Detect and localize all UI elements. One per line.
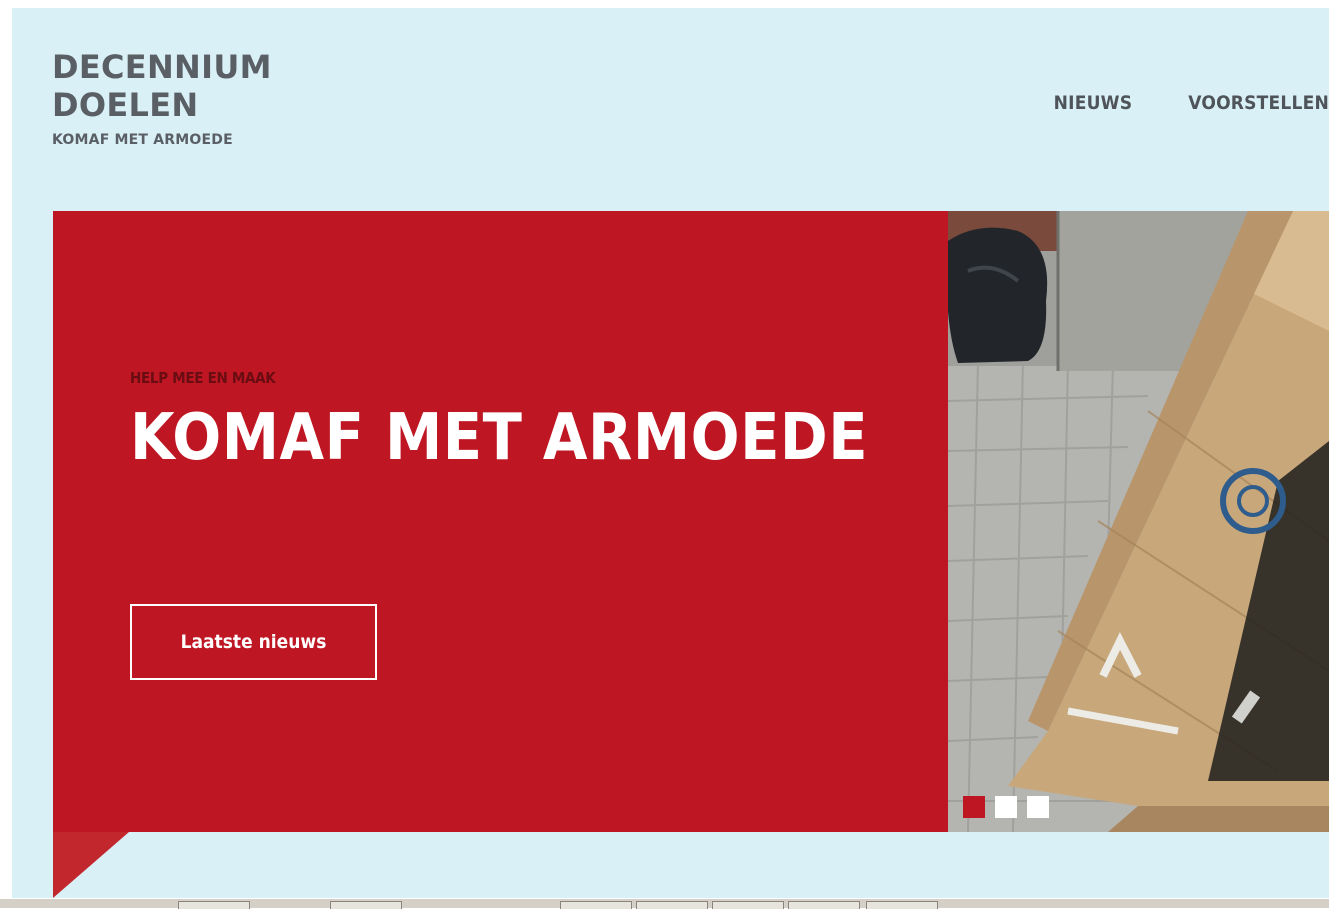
slider-dot-1[interactable] [963, 796, 985, 818]
cardboard-shelter-photo [948, 211, 1329, 832]
hero-panel: HELP MEE EN MAAK KOMAF MET ARMOEDE Laats… [53, 211, 948, 832]
hero-photo [948, 211, 1329, 832]
hero-kicker: HELP MEE EN MAAK [130, 369, 276, 387]
slider-dot-2[interactable] [995, 796, 1017, 818]
hero-fold-corner [53, 832, 129, 898]
taskbar [0, 898, 1329, 909]
page: DECENNIUM DOELEN KOMAF MET ARMOEDE NIEUW… [12, 8, 1329, 898]
nav-link-nieuws[interactable]: NIEUWS [1054, 92, 1133, 114]
slider-dot-3[interactable] [1027, 796, 1049, 818]
nav-link-voorstellen[interactable]: VOORSTELLEN [1188, 92, 1329, 114]
site-logo[interactable]: DECENNIUM DOELEN KOMAF MET ARMOEDE [52, 48, 272, 148]
latest-news-button[interactable]: Laatste nieuws [130, 604, 377, 680]
logo-line-2: DOELEN [52, 86, 199, 124]
logo-line-1: DECENNIUM [52, 48, 272, 86]
slider-dots [963, 796, 1049, 818]
main-nav: NIEUWS VOORSTELLEN [1054, 92, 1329, 114]
hero-title: KOMAF MET ARMOEDE [130, 401, 869, 475]
logo-tagline: KOMAF MET ARMOEDE [52, 132, 233, 148]
